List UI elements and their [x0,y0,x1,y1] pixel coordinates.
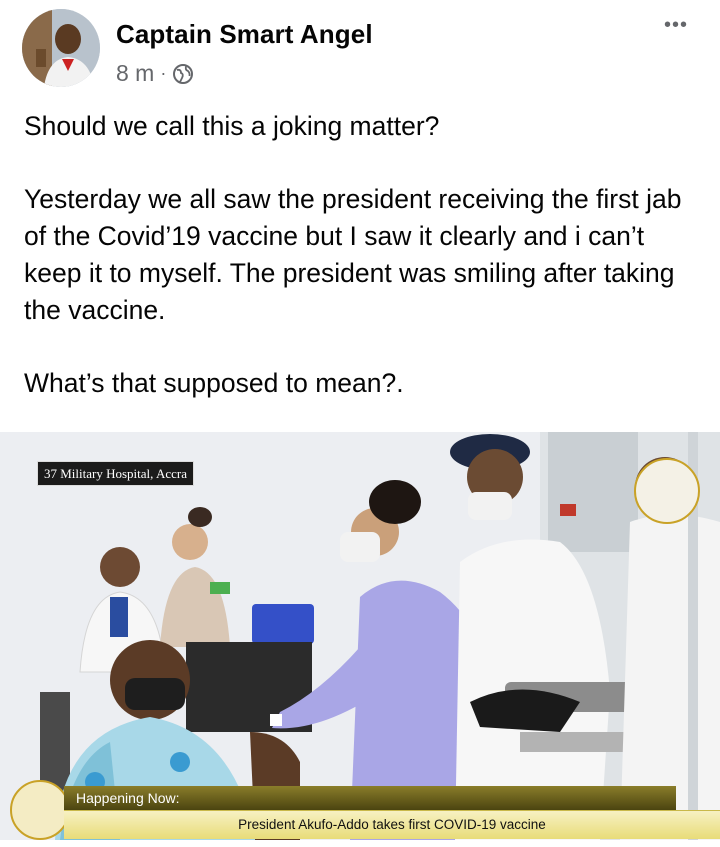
globe-icon[interactable] [172,63,194,85]
post-meta: 8 m · [116,60,194,87]
vaccination-scene [0,432,720,840]
avatar-image [22,9,100,87]
ticker-label: Happening Now: [64,786,676,810]
post-text: Should we call this a joking matter? Yes… [24,108,704,438]
post-paragraph: What’s that supposed to mean?. [24,368,404,398]
location-tag: 37 Military Hospital, Accra [37,461,194,486]
post-photo[interactable]: 37 Military Hospital, Accra Happening No… [0,432,720,840]
post-header: Captain Smart Angel 8 m · ••• [0,0,720,100]
post-time[interactable]: 8 m [116,60,154,87]
post-paragraph: Yesterday we all saw the president recei… [24,184,682,325]
avatar[interactable] [22,9,100,87]
author-name[interactable]: Captain Smart Angel [116,19,373,50]
post-paragraph: Should we call this a joking matter? [24,111,440,141]
presidency-seal-icon [634,458,700,524]
ticker-text: President Akufo-Addo takes first COVID-1… [64,810,720,839]
more-horizontal-icon[interactable]: ••• [664,14,688,37]
coat-of-arms-icon [10,780,70,840]
meta-separator: · [160,63,167,83]
